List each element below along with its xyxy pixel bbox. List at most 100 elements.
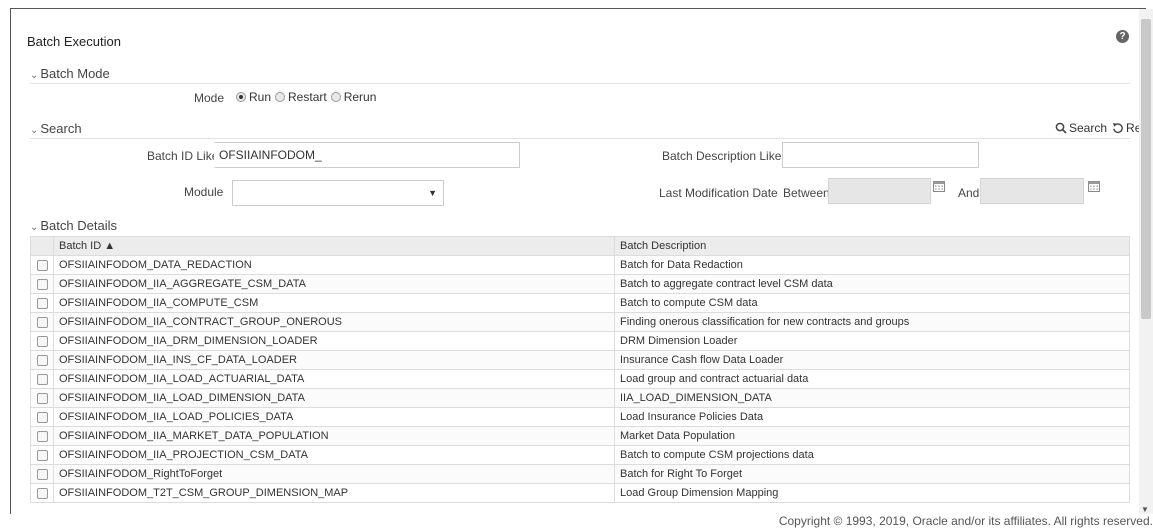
cell-batch-id: OFSIIAINFODOM_IIA_MARKET_DATA_POPULATION <box>53 426 615 446</box>
table-header-row: Batch ID ▲ Batch Description <box>30 236 1130 256</box>
module-select[interactable]: ▼ <box>232 180 444 206</box>
row-checkbox[interactable] <box>36 373 48 385</box>
search-button-label: Search <box>1069 121 1108 135</box>
cell-batch-id: OFSIIAINFODOM_IIA_LOAD_POLICIES_DATA <box>53 407 615 427</box>
row-select-cell <box>30 369 54 389</box>
table-body: OFSIIAINFODOM_DATA_REDACTION Batch for Da… <box>30 255 1130 503</box>
row-select-cell <box>30 445 54 465</box>
radio-restart[interactable] <box>275 92 286 102</box>
date-to-input[interactable] <box>980 178 1084 204</box>
copyright-text: Copyright © 1993, 2019, Oracle and/or it… <box>778 514 1153 528</box>
row-checkbox[interactable] <box>36 449 48 461</box>
section-divider <box>30 83 1130 84</box>
table-row[interactable]: OFSIIAINFODOM_RightToForget Batch for Rig… <box>30 464 1130 484</box>
table-row[interactable]: OFSIIAINFODOM_IIA_CONTRACT_GROUP_ONEROUS… <box>30 312 1130 332</box>
dropdown-arrow-icon: ▼ <box>428 188 437 198</box>
table-row[interactable]: OFSIIAINFODOM_IIA_LOAD_ACTUARIAL_DATA Loa… <box>30 369 1130 389</box>
batch-id-input[interactable]: OFSIIAINFODOM_ <box>214 142 520 168</box>
table-row[interactable]: OFSIIAINFODOM_T2T_CSM_GROUP_DIMENSION_MA… <box>30 483 1130 503</box>
help-icon[interactable]: ? <box>1116 30 1129 43</box>
cell-batch-id: OFSIIAINFODOM_IIA_LOAD_DIMENSION_DATA <box>53 388 615 408</box>
section-batch-details-label: Batch Details <box>40 218 117 233</box>
cell-batch-id: OFSIIAINFODOM_RightToForget <box>53 464 615 484</box>
table-row[interactable]: OFSIIAINFODOM_IIA_LOAD_DIMENSION_DATA IIA… <box>30 388 1130 408</box>
row-checkbox[interactable] <box>36 392 48 404</box>
table-row[interactable]: OFSIIAINFODOM_IIA_PROJECTION_CSM_DATA Bat… <box>30 445 1130 465</box>
cell-batch-id: OFSIIAINFODOM_IIA_COMPUTE_CSM <box>53 293 615 313</box>
cell-batch-id: OFSIIAINFODOM_IIA_AGGREGATE_CSM_DATA <box>53 274 615 294</box>
row-checkbox[interactable] <box>36 278 48 290</box>
table-row[interactable]: OFSIIAINFODOM_IIA_COMPUTE_CSM Batch to co… <box>30 293 1130 313</box>
batch-execution-window: Batch Execution ? ⌄ Batch Mode Mode Run R… <box>0 0 1153 531</box>
row-select-cell <box>30 407 54 427</box>
between-label: Between <box>783 186 830 200</box>
table-row[interactable]: OFSIIAINFODOM_IIA_INS_CF_DATA_LOADER Insu… <box>30 350 1130 370</box>
section-search-header[interactable]: ⌄ Search <box>30 121 82 136</box>
row-checkbox[interactable] <box>36 430 48 442</box>
vertical-scrollbar[interactable] <box>1139 9 1153 521</box>
column-header-batch-id[interactable]: Batch ID ▲ <box>53 236 615 256</box>
row-checkbox[interactable] <box>36 335 48 347</box>
cell-batch-id: OFSIIAINFODOM_IIA_INS_CF_DATA_LOADER <box>53 350 615 370</box>
table-row[interactable]: OFSIIAINFODOM_IIA_MARKET_DATA_POPULATION… <box>30 426 1130 446</box>
row-select-cell <box>30 331 54 351</box>
row-select-cell <box>30 464 54 484</box>
search-icon <box>1055 122 1067 134</box>
row-checkbox[interactable] <box>36 259 48 271</box>
calendar-icon[interactable] <box>1088 180 1100 192</box>
cell-batch-description: Batch to compute CSM projections data <box>614 445 1130 465</box>
row-select-cell <box>30 388 54 408</box>
cell-batch-description: Insurance Cash flow Data Loader <box>614 350 1130 370</box>
row-checkbox[interactable] <box>36 297 48 309</box>
column-header-batch-description[interactable]: Batch Description <box>614 236 1130 256</box>
reset-icon <box>1113 123 1123 134</box>
chevron-down-icon: ⌄ <box>30 125 39 136</box>
row-select-cell <box>30 312 54 332</box>
radio-rerun-label: Rerun <box>343 90 377 104</box>
select-column-header <box>30 236 54 256</box>
row-checkbox[interactable] <box>36 487 48 499</box>
radio-rerun[interactable] <box>330 92 341 102</box>
cell-batch-id: OFSIIAINFODOM_IIA_LOAD_ACTUARIAL_DATA <box>53 369 615 389</box>
cell-batch-id: OFSIIAINFODOM_IIA_DRM_DIMENSION_LOADER <box>53 331 615 351</box>
batch-details-table: Batch ID ▲ Batch Description OFSIIAINFOD… <box>30 236 1130 503</box>
chevron-down-icon: ⌄ <box>30 222 39 233</box>
module-label: Module <box>184 185 224 199</box>
section-search-label: Search <box>40 121 82 136</box>
row-select-cell <box>30 426 54 446</box>
cell-batch-description: Load Group Dimension Mapping <box>614 483 1130 503</box>
section-batch-mode-header[interactable]: ⌄ Batch Mode <box>30 66 110 81</box>
row-checkbox[interactable] <box>36 468 48 480</box>
section-batch-details-header[interactable]: ⌄ Batch Details <box>30 218 117 233</box>
cell-batch-id: OFSIIAINFODOM_DATA_REDACTION <box>53 255 615 275</box>
row-select-cell <box>30 255 54 275</box>
row-checkbox[interactable] <box>36 354 48 366</box>
radio-run[interactable] <box>236 92 246 102</box>
batch-description-input[interactable] <box>782 142 979 168</box>
table-row[interactable]: OFSIIAINFODOM_IIA_DRM_DIMENSION_LOADER DR… <box>30 331 1130 351</box>
radio-restart-label: Restart <box>288 90 327 104</box>
row-select-cell <box>30 293 54 313</box>
section-divider <box>30 138 1130 139</box>
search-button[interactable]: Search <box>1055 121 1107 135</box>
table-row[interactable]: OFSIIAINFODOM_DATA_REDACTION Batch for Da… <box>30 255 1130 275</box>
cell-batch-description: Batch to aggregate contract level CSM da… <box>614 274 1130 294</box>
cell-batch-description: Batch for Right To Forget <box>614 464 1130 484</box>
row-checkbox[interactable] <box>36 411 48 423</box>
cell-batch-description: Load Insurance Policies Data <box>614 407 1130 427</box>
scrollbar-thumb[interactable] <box>1141 19 1151 319</box>
date-from-input[interactable] <box>828 178 931 204</box>
table-row[interactable]: OFSIIAINFODOM_IIA_AGGREGATE_CSM_DATA Batc… <box>30 274 1130 294</box>
cell-batch-description: Market Data Population <box>614 426 1130 446</box>
table-row[interactable]: OFSIIAINFODOM_IIA_LOAD_POLICIES_DATA Load… <box>30 407 1130 427</box>
calendar-icon[interactable] <box>933 180 945 192</box>
scroll-down-arrow-icon[interactable]: ▼ <box>1141 505 1149 514</box>
row-checkbox[interactable] <box>36 316 48 328</box>
section-batch-mode-label: Batch Mode <box>40 66 110 81</box>
cell-batch-description: IIA_LOAD_DIMENSION_DATA <box>614 388 1130 408</box>
cell-batch-id: OFSIIAINFODOM_IIA_CONTRACT_GROUP_ONEROUS <box>53 312 615 332</box>
batch-id-label: Batch ID Like <box>147 149 219 163</box>
cell-batch-description: Batch to compute CSM data <box>614 293 1130 313</box>
cell-batch-description: Finding onerous classification for new c… <box>614 312 1130 332</box>
and-label: And <box>958 186 980 200</box>
